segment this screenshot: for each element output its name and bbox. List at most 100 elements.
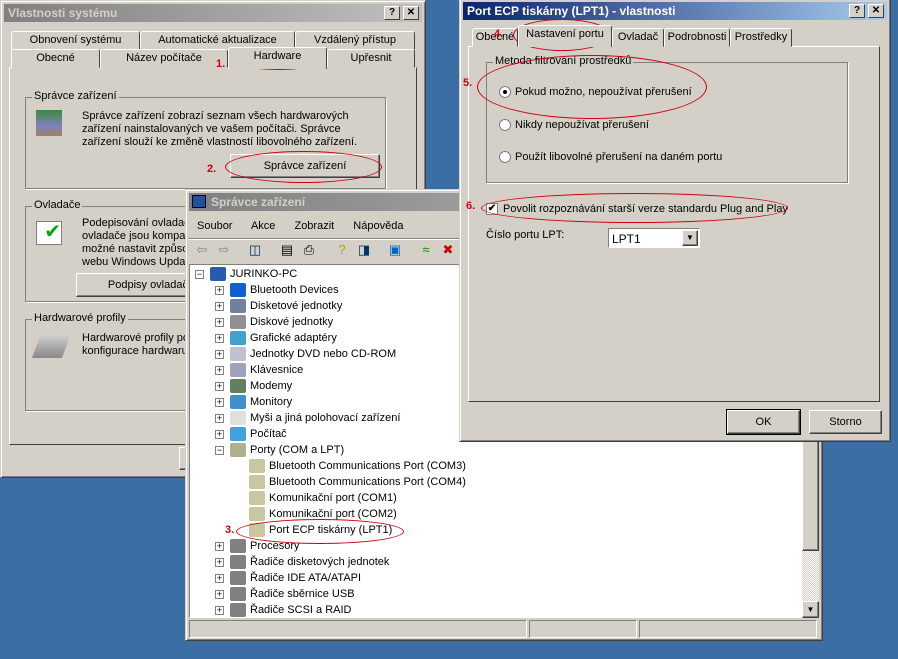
tree-item-label: Jednotky DVD nebo CD-ROM (250, 348, 397, 360)
device-icon (230, 379, 246, 394)
tab-nastaveni-portu[interactable]: Nastavení portu (518, 25, 612, 47)
tree-item-label: Řadiče disketových jednotek (250, 556, 390, 568)
tab-prostredky[interactable]: Prostředky (730, 28, 792, 47)
expand-toggle[interactable]: + (215, 430, 224, 439)
device-icon (230, 363, 246, 378)
close-button[interactable]: ✕ (868, 4, 884, 18)
tree-category[interactable]: Řadiče IDE ATA/ATAPI (230, 570, 361, 586)
help-button[interactable]: ? (849, 4, 865, 18)
description-line: ovladače jsou kompat (82, 230, 189, 242)
tree-category[interactable]: Myši a jiná polohovací zařízení (230, 410, 400, 426)
annotation-number: 6. (466, 200, 476, 212)
device-icon (230, 539, 246, 554)
print-icon[interactable]: ⎙ (301, 242, 317, 258)
tree-category[interactable]: Řadiče sběrnice USB (230, 586, 355, 602)
menu-soubor[interactable]: Soubor (197, 220, 232, 232)
expand-toggle[interactable]: + (215, 414, 224, 423)
tab-obnoveni[interactable]: Obnovení systému (11, 31, 140, 50)
help-icon[interactable]: ? (334, 242, 350, 258)
dropdown-arrow-icon[interactable]: ▼ (682, 230, 698, 246)
tree-category[interactable]: Počítač (230, 426, 287, 442)
tree-item-label: Počítač (250, 428, 287, 440)
description-line: možné nastavit způso (82, 243, 189, 255)
uninstall-icon[interactable]: ✖ (440, 242, 456, 258)
annotation-ellipse (225, 151, 382, 183)
expand-toggle[interactable]: + (215, 574, 224, 583)
tab-nazev[interactable]: Název počítače (100, 49, 228, 68)
menu-napoveda[interactable]: Nápověda (353, 220, 403, 232)
radio-label[interactable]: Nikdy nepoužívat přerušení (515, 119, 649, 132)
tree-category[interactable]: Disketové jednotky (230, 298, 342, 314)
tab-ovladac[interactable]: Ovladač (612, 28, 664, 47)
device-icon (230, 571, 246, 586)
lpt-port-value: LPT1 (612, 232, 641, 246)
properties-icon[interactable]: ▤ (279, 242, 295, 258)
tree-item-label: Monitory (250, 396, 293, 408)
hardware-profiles-icon (31, 336, 71, 358)
device-icon (249, 491, 265, 506)
forward-icon[interactable]: ⇨ (216, 242, 232, 258)
tree-category[interactable]: Řadiče disketových jednotek (230, 554, 389, 570)
menu-zobrazit[interactable]: Zobrazit (294, 220, 334, 232)
tree-category[interactable]: Řadiče SCSI a RAID (230, 602, 351, 617)
description-line: Hardwarové profily po (82, 332, 189, 344)
expand-toggle[interactable]: + (215, 302, 224, 311)
status-bar (189, 620, 527, 638)
tab-hardware[interactable]: Hardware (228, 47, 327, 69)
radio-never-interrupt[interactable] (499, 119, 511, 131)
tab-podrobnosti[interactable]: Podrobnosti (664, 28, 730, 47)
description-line: Podepisování ovladač (82, 217, 190, 229)
annotation-number: 3. (225, 524, 235, 536)
collapse-toggle[interactable]: − (215, 446, 224, 455)
expand-toggle[interactable]: + (215, 334, 224, 343)
back-icon[interactable]: ⇦ (194, 242, 210, 258)
scan-hardware-icon[interactable]: ▣ (387, 242, 403, 258)
collapse-toggle[interactable]: − (195, 270, 204, 279)
expand-toggle[interactable]: + (215, 382, 224, 391)
tree-category[interactable]: Modemy (230, 378, 292, 394)
tree-category[interactable]: Monitory (230, 394, 292, 410)
device-icon (230, 283, 246, 298)
tree-item-label: Myši a jiná polohovací zařízení (250, 412, 401, 424)
ok-button[interactable]: OK (726, 409, 801, 435)
lpt-port-select[interactable]: LPT1 ▼ (608, 228, 700, 248)
tree-category[interactable]: Grafické adaptéry (230, 330, 337, 346)
tree-item-label: Bluetooth Communications Port (COM4) (269, 476, 466, 488)
expand-toggle[interactable]: + (215, 606, 224, 615)
tree-category[interactable]: Diskové jednotky (230, 314, 333, 330)
expand-toggle[interactable]: + (215, 318, 224, 327)
expand-toggle[interactable]: + (215, 286, 224, 295)
description-line: Správce zařízení zobrazí seznam všech ha… (82, 110, 349, 122)
menu-akce[interactable]: Akce (251, 220, 275, 232)
window-title: Vlastnosti systému (8, 6, 118, 20)
tree-category[interactable]: Bluetooth Devices (230, 282, 339, 298)
expand-toggle[interactable]: + (215, 590, 224, 599)
tree-item-port[interactable]: Komunikační port (COM1) (249, 490, 397, 506)
expand-toggle[interactable]: + (215, 350, 224, 359)
expand-toggle[interactable]: + (215, 558, 224, 567)
radio-label[interactable]: Použít libovolné přerušení na daném port… (515, 151, 722, 164)
cancel-button[interactable]: Storno (809, 410, 882, 434)
details-icon[interactable]: ◨ (356, 242, 372, 258)
tree-item-port[interactable]: Bluetooth Communications Port (COM3) (249, 458, 466, 474)
expand-toggle[interactable]: + (215, 398, 224, 407)
tree-category[interactable]: Porty (COM a LPT) (230, 442, 344, 458)
tree-category[interactable]: Klávesnice (230, 362, 303, 378)
tree-item-label: Bluetooth Communications Port (COM3) (269, 460, 466, 472)
window-title: Správce zařízení (211, 195, 306, 209)
tab-obecne[interactable]: Obecné (11, 49, 100, 68)
close-button[interactable]: ✕ (403, 6, 419, 20)
description-line: webu Windows Upda (82, 256, 186, 268)
tab-upresnit[interactable]: Upřesnit (327, 49, 415, 68)
title-bar: Vlastnosti systému ? ✕ (4, 4, 422, 22)
tree-root[interactable]: JURINKO-PC (210, 266, 297, 282)
expand-toggle[interactable]: + (215, 542, 224, 551)
radio-any-interrupt[interactable] (499, 151, 511, 163)
tree-item-port[interactable]: Bluetooth Communications Port (COM4) (249, 474, 466, 490)
help-button[interactable]: ? (384, 6, 400, 20)
expand-toggle[interactable]: + (215, 366, 224, 375)
console-tree-icon[interactable]: ◫ (247, 242, 263, 258)
scroll-down-button[interactable]: ▼ (802, 601, 819, 618)
tree-category[interactable]: Jednotky DVD nebo CD-ROM (230, 346, 396, 362)
disable-icon[interactable]: ≈ (418, 242, 434, 258)
